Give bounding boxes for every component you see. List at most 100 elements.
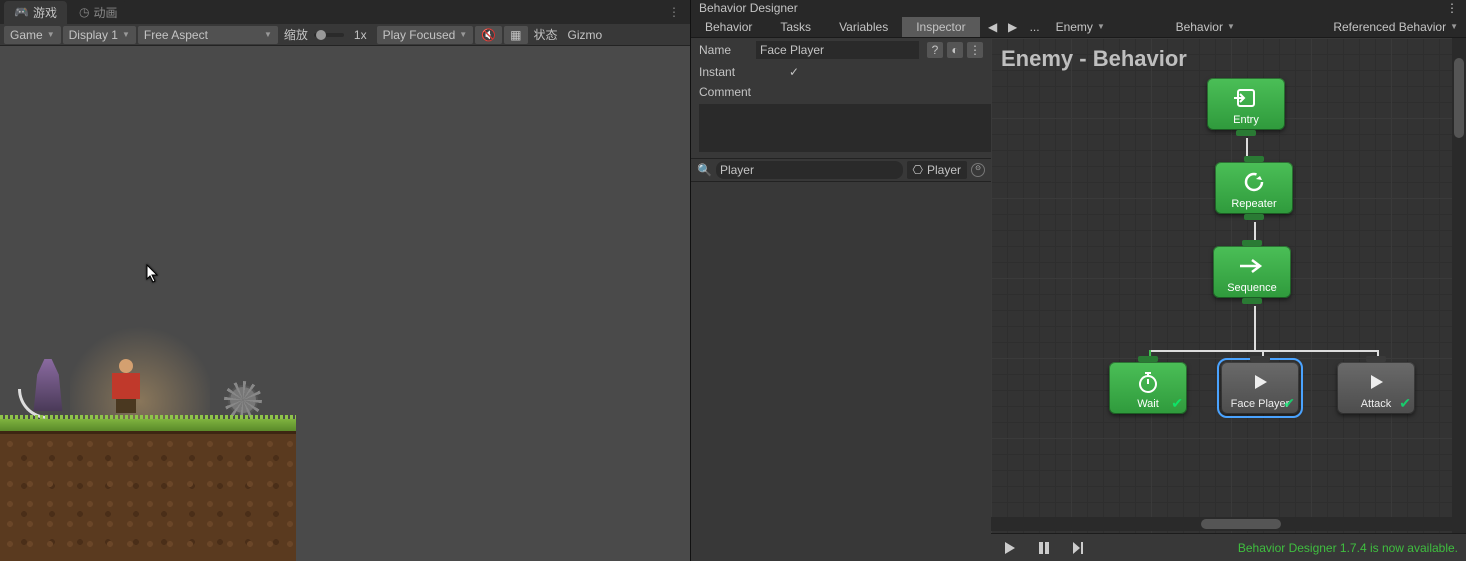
bd-tab-variables[interactable]: Variables [825,17,902,37]
chevron-down-icon: ▼ [1227,22,1235,31]
nav-forward-button[interactable]: ▶ [1004,20,1022,34]
scrollbar-thumb[interactable] [1201,519,1281,529]
check-icon: ✔ [1171,395,1183,412]
breadcrumb-referenced[interactable]: Referenced Behavior▼ [1325,18,1466,36]
bd-toolbar: Behavior Tasks Variables Inspector ◀ ▶ .… [691,16,1466,38]
help-button[interactable]: ? [927,42,943,58]
mute-button[interactable]: 🔇 [475,26,502,44]
aspect-dropdown[interactable]: Free Aspect▼ [138,26,278,44]
game-toolbar: Game▼ Display 1▼ Free Aspect▼ 缩放 1x Play… [0,24,690,46]
check-icon: ✔ [1283,395,1295,412]
chevron-down-icon: ▼ [1097,22,1105,31]
breadcrumb-behavior[interactable]: Behavior▼ [1168,18,1298,36]
bd-title-bar: Behavior Designer ⋮ [691,0,1466,16]
game-viewport[interactable] [0,46,690,561]
breadcrumb-ellipsis[interactable]: ... [1022,18,1048,36]
wire [1254,306,1256,350]
tab-game[interactable]: 🎮 游戏 [4,1,67,24]
search-input[interactable] [716,161,903,179]
slider-knob[interactable] [316,30,326,40]
node-wait[interactable]: Wait ✔ [1109,362,1187,414]
node-label: Face Player [1229,398,1291,410]
breadcrumb-enemy[interactable]: Enemy▼ [1048,18,1168,36]
status-label[interactable]: 状态 [530,26,562,43]
display-dropdown[interactable]: Display 1▼ [63,26,136,44]
more-button[interactable]: ⋮ [967,42,983,58]
graph-panel[interactable]: Enemy - Behavior Entry Repeater [991,38,1466,561]
node-port[interactable] [1366,356,1386,362]
cursor-icon [146,264,160,284]
play-focus-dropdown[interactable]: Play Focused▼ [377,26,474,44]
node-port[interactable] [1250,356,1270,362]
chevron-down-icon: ▼ [264,30,272,39]
game-scene [0,359,296,561]
play-icon [1345,368,1407,396]
status-message[interactable]: Behavior Designer 1.7.4 is now available… [1238,541,1458,555]
scale-slider[interactable] [314,33,344,37]
color-button[interactable]: ◐ [947,42,963,58]
wire [1149,350,1379,352]
gamepad-icon: 🎮 [14,5,29,19]
tab-game-label: 游戏 [33,4,57,21]
name-input[interactable] [756,41,919,59]
object-picker-button[interactable]: ⊙ [971,163,985,177]
node-port[interactable] [1242,298,1262,304]
bd-body: Name ? ◐ ⋮ Instant ✓ Comment 🔍 ⎔ [691,38,1466,561]
bd-tab-inspector[interactable]: Inspector [902,17,979,37]
node-entry[interactable]: Entry [1207,78,1285,130]
tab-animation-label: 动画 [93,4,117,21]
comment-input[interactable] [699,104,999,152]
tab-overflow-button[interactable]: ⋮ [662,5,686,19]
chevron-down-icon: ▼ [122,30,130,39]
bd-tab-behavior[interactable]: Behavior [691,17,766,37]
cube-icon: ⎔ [913,163,923,177]
horizontal-scrollbar[interactable] [991,517,1452,531]
bd-nav: ◀ ▶ [984,20,1022,34]
entry-icon [1215,84,1277,112]
grid-button[interactable]: ▦ [504,26,527,44]
speaker-mute-icon: 🔇 [481,28,496,42]
repeat-icon [1223,168,1285,196]
game-mode-dropdown[interactable]: Game▼ [4,26,61,44]
circle-icon: ◐ [951,43,958,57]
scrollbar-thumb[interactable] [1454,58,1464,138]
player-object-field[interactable]: ⎔ Player [907,161,968,179]
node-port[interactable] [1236,130,1256,136]
node-label: Attack [1345,398,1407,410]
node-face-player[interactable]: Face Player ✔ [1221,362,1299,414]
node-attack[interactable]: Attack ✔ [1337,362,1415,414]
clock-icon: ◷ [79,5,89,19]
tab-animation[interactable]: ◷ 动画 [69,1,128,24]
play-button[interactable] [999,537,1021,559]
dots-icon: ⋮ [969,43,981,57]
comment-label: Comment [699,85,779,99]
chevron-down-icon: ▼ [459,30,467,39]
nav-back-button[interactable]: ◀ [984,20,1002,34]
pause-button[interactable] [1033,537,1055,559]
graph-title: Enemy - Behavior [1001,46,1187,72]
scale-label: 缩放 [280,26,312,43]
step-button[interactable] [1067,537,1089,559]
left-tab-bar: 🎮 游戏 ◷ 动画 ⋮ [0,0,690,24]
name-label: Name [699,43,748,57]
node-port[interactable] [1244,214,1264,220]
node-label: Wait [1117,398,1179,410]
node-sequence[interactable]: Sequence [1213,246,1291,298]
chevron-down-icon: ▼ [47,30,55,39]
bd-tab-tasks[interactable]: Tasks [766,17,825,37]
node-label: Entry [1215,114,1277,126]
panel-menu-button[interactable]: ⋮ [1446,1,1458,15]
node-port[interactable] [1138,356,1158,362]
instant-checkbox[interactable]: ✓ [787,65,801,79]
node-port[interactable] [1244,156,1264,162]
stopwatch-icon [1117,368,1179,396]
spike-ball-sprite [230,387,256,413]
arrow-right-icon [1221,252,1283,280]
gizmos-label[interactable]: Gizmo [564,28,607,42]
player-field-label: Player [927,163,961,177]
node-repeater[interactable]: Repeater [1215,162,1293,214]
vertical-scrollbar[interactable] [1452,38,1466,541]
inspector-comment-row: Comment [691,82,991,102]
node-port[interactable] [1242,240,1262,246]
node-label: Repeater [1223,198,1285,210]
